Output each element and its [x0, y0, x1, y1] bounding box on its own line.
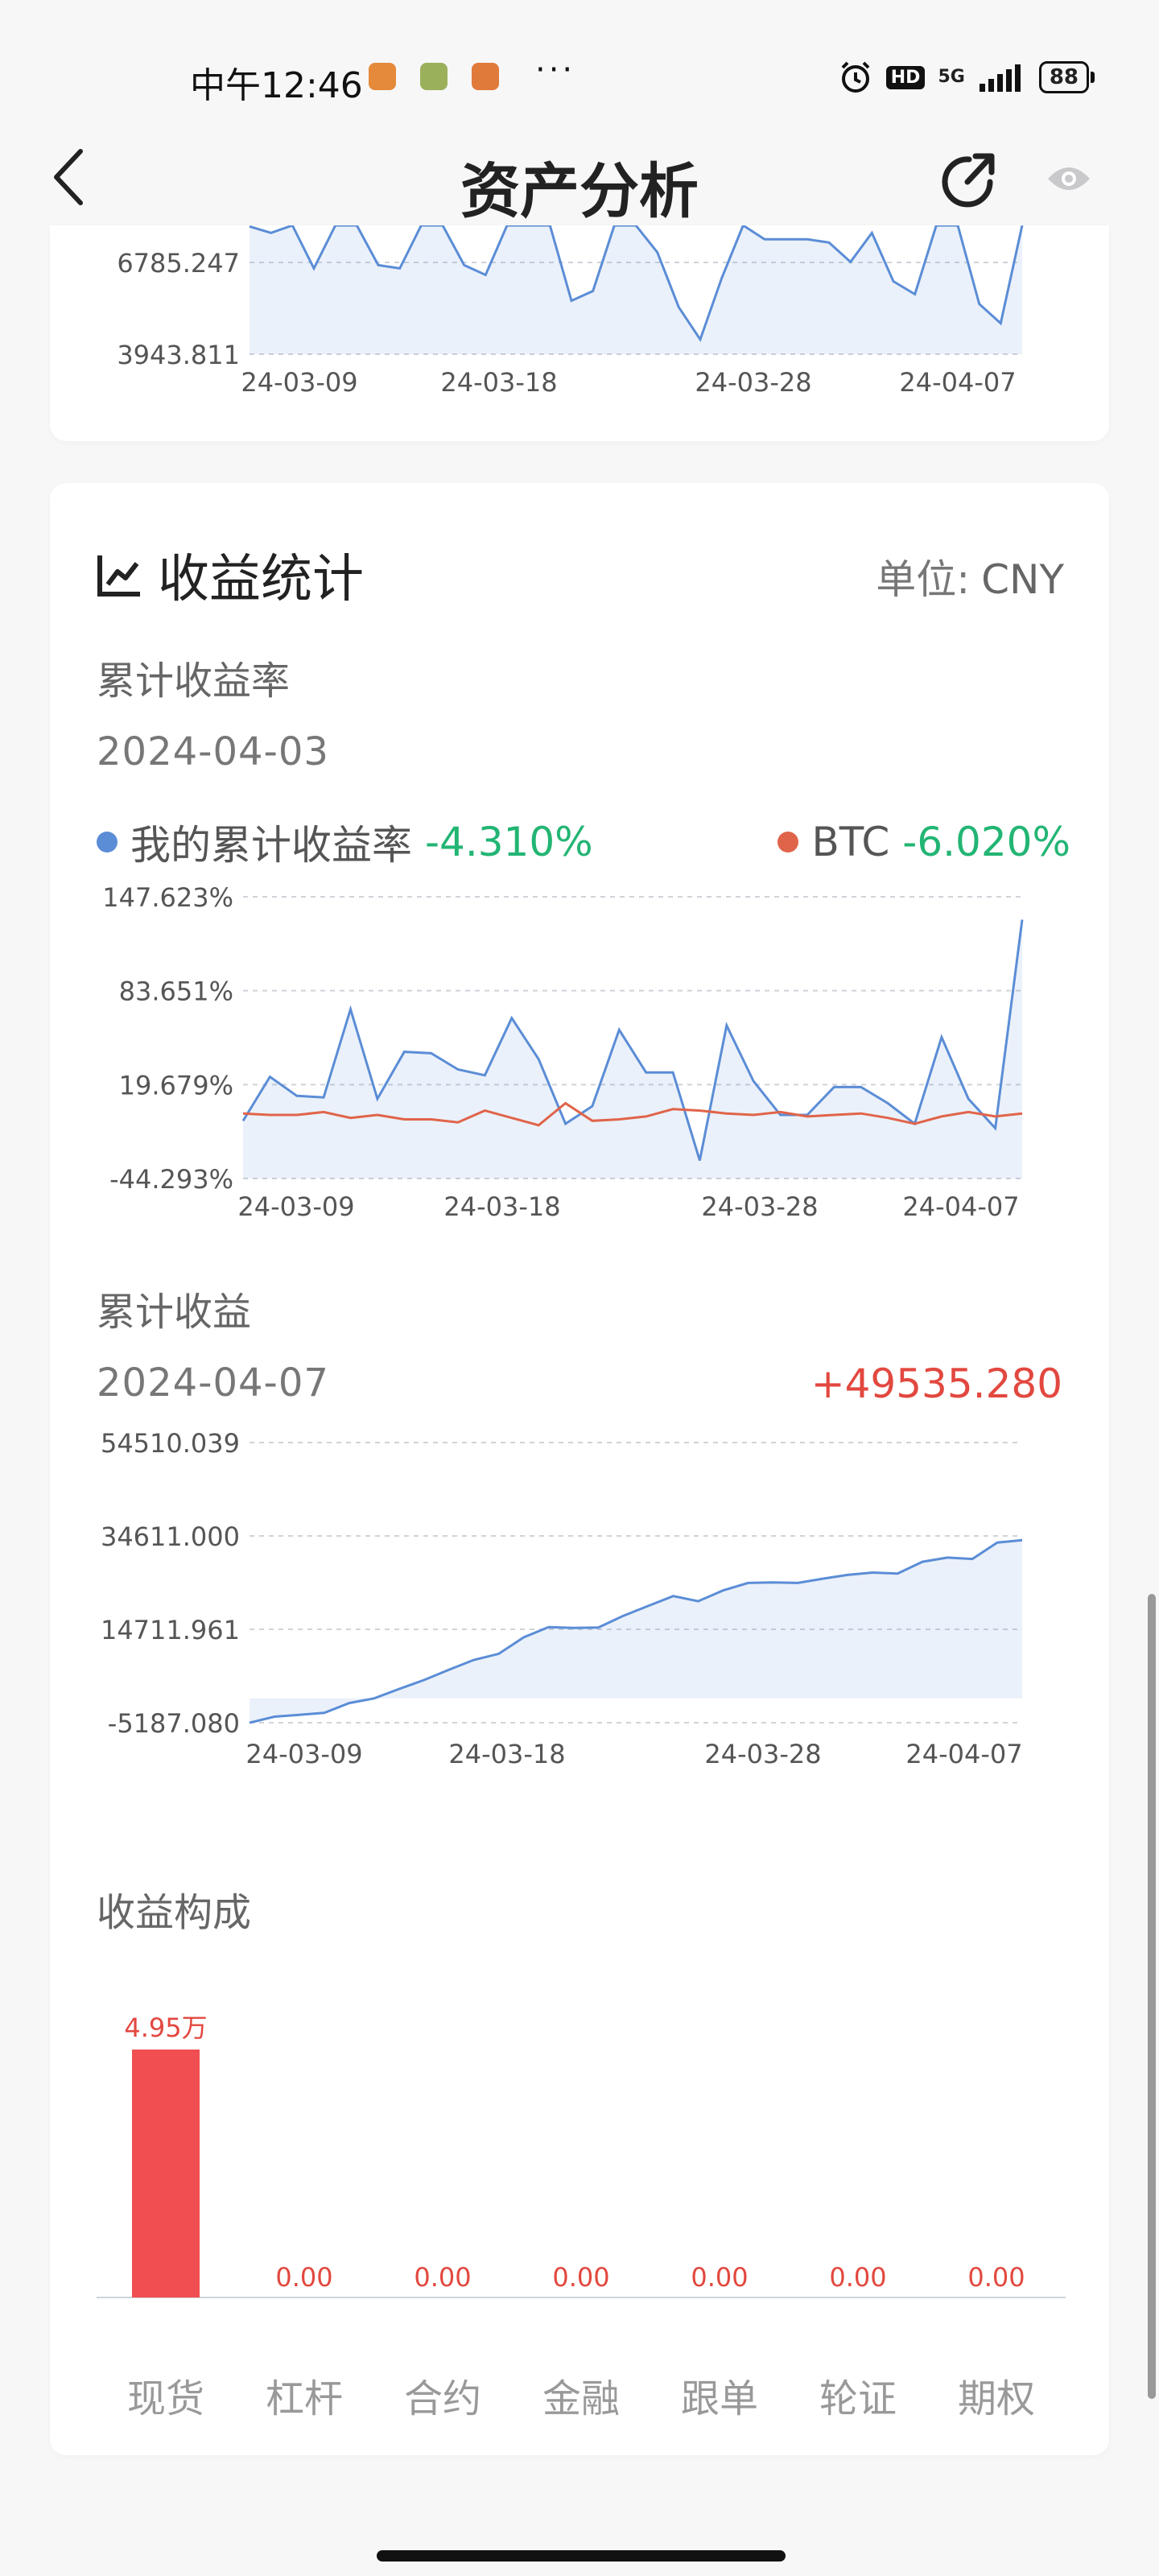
y-tick-label: 147.623% [102, 882, 233, 913]
unit-label: 单位: CNY [876, 547, 1064, 605]
y-tick-label: 34611.000 [101, 1521, 240, 1552]
home-indicator[interactable] [377, 2550, 786, 2562]
scrollbar[interactable] [1148, 1594, 1156, 2399]
bar-value-label: 0.00 [829, 2262, 886, 2293]
y-tick-label: -44.293% [109, 1164, 233, 1195]
x-tick-label: 24-03-18 [443, 1191, 560, 1222]
asset-chart-card: 6785.247 3943.811 24-03-09 24-03-18 24-03-28… [50, 223, 1109, 441]
cum-gain-label: 累计收益 [97, 1290, 252, 1335]
category-label: 金融 [542, 2376, 620, 2421]
composition-label: 收益构成 [97, 1890, 252, 1935]
x-tick-label: 24-04-07 [899, 367, 1016, 398]
share-arrow-icon[interactable] [934, 147, 1003, 216]
y-tick-label: 54510.039 [101, 1428, 240, 1459]
cum-rate-label: 累计收益率 [97, 658, 291, 704]
y-tick-label: 3943.811 [117, 340, 240, 370]
bar-value-label: 0.00 [552, 2262, 609, 2293]
asset-chart: 6785.247 3943.81124-03-09 24-03-18 24-03-28… [117, 223, 1024, 398]
cum-gain-chart[interactable]: 54510.03934611.00014711.961-5187.08024-0… [50, 1425, 1109, 1779]
x-tick-label: 24-04-07 [905, 1739, 1022, 1769]
category-label: 杠杆 [266, 2376, 343, 2421]
category-label: 轮证 [819, 2376, 897, 2421]
network-type: 5G [938, 67, 965, 87]
app-notification-icon [420, 63, 448, 90]
bar-value-label: 0.00 [414, 2262, 471, 2293]
cum-rate-date: 2024-04-03 [97, 729, 329, 774]
signal-icon [979, 64, 1021, 92]
x-tick-label: 24-03-18 [440, 367, 557, 398]
legend-btc: BTC -6.020% [777, 819, 1070, 865]
bar [132, 2050, 200, 2297]
x-tick-label: 24-03-18 [448, 1739, 565, 1769]
cum-rate-legend: 我的累计收益率 -4.310% BTC -6.020% [97, 813, 1070, 871]
unit-currency: CNY [981, 556, 1064, 603]
alarm-icon [841, 61, 870, 93]
battery-icon [1091, 72, 1095, 83]
section-title: 收益统计 [158, 550, 364, 609]
status-indicators: HD 5G 88 [838, 60, 1095, 95]
battery-level: 88 [1038, 61, 1089, 93]
x-tick-label: 24-03-28 [701, 1191, 818, 1222]
category-label: 期权 [958, 2376, 1035, 2421]
y-tick-label: 83.651% [119, 976, 233, 1007]
x-tick-label: 24-03-28 [695, 367, 811, 398]
cum-gain-date: 2024-04-07 [97, 1360, 329, 1406]
app-notification-icon [472, 63, 499, 90]
series-area [250, 1540, 1022, 1724]
status-time: 中午12:46 [190, 65, 363, 106]
hd-badge: HD [885, 65, 926, 89]
legend-mine-label: 我的累计收益率 [130, 822, 412, 869]
x-tick-label: 24-04-07 [902, 1191, 1019, 1222]
x-tick-label: 24-03-09 [241, 367, 357, 398]
legend-btc-label: BTC [811, 819, 890, 865]
bar-value-label: 0.00 [275, 2262, 332, 2293]
bar-value-label: 0.00 [691, 2262, 748, 2293]
y-tick-label: 14711.961 [101, 1615, 240, 1645]
y-tick-label: -5187.080 [108, 1708, 240, 1739]
category-label: 现货 [127, 2376, 204, 2421]
unit-caption: 单位: [876, 556, 971, 603]
x-tick-label: 24-03-09 [237, 1191, 354, 1222]
legend-dot-btc [777, 832, 799, 852]
app-notification-icon [369, 63, 396, 90]
cum-gain-value: +49535.280 [810, 1360, 1062, 1407]
y-tick-label: 19.679% [119, 1070, 233, 1100]
more-notifications-icon: ··· [535, 52, 576, 89]
bar-value-label: 4.95万 [124, 2013, 207, 2043]
trend-chart-icon [97, 555, 140, 597]
asset-analysis-page: 中午12:46 ··· HD 5G 88 资产分析 6785.247 3943.… [0, 0, 1159, 2576]
category-label: 合约 [404, 2376, 481, 2421]
y-tick-label: 6785.247 [117, 248, 240, 279]
x-tick-label: 24-03-28 [704, 1739, 821, 1769]
cum-rate-chart[interactable]: 147.623% 83.651% 19.679% -44.293%24-03-09 24… [50, 877, 1109, 1232]
x-tick-label: 24-03-09 [245, 1739, 362, 1769]
eye-icon[interactable] [1046, 161, 1091, 196]
category-label: 跟单 [681, 2376, 758, 2421]
bar-value-label: 0.00 [967, 2262, 1025, 2293]
legend-dot-mine [97, 832, 118, 852]
legend-btc-value: -6.020% [902, 819, 1070, 865]
income-stats-card: 收益统计 单位: CNY 累计收益率 2024-04-03 我的累计收益率 -4.… [50, 483, 1109, 2455]
income-stats-header: 收益统计 [97, 538, 364, 612]
composition-chart[interactable]: 4.95万现货 0.00 杠杆 0.00 合约 0.00 金融 0.00 跟单 0.00 轮证 0.0… [50, 1940, 1109, 2455]
app-header: 资产分析 [0, 121, 1159, 242]
legend-mine-value: -4.310% [425, 819, 593, 865]
